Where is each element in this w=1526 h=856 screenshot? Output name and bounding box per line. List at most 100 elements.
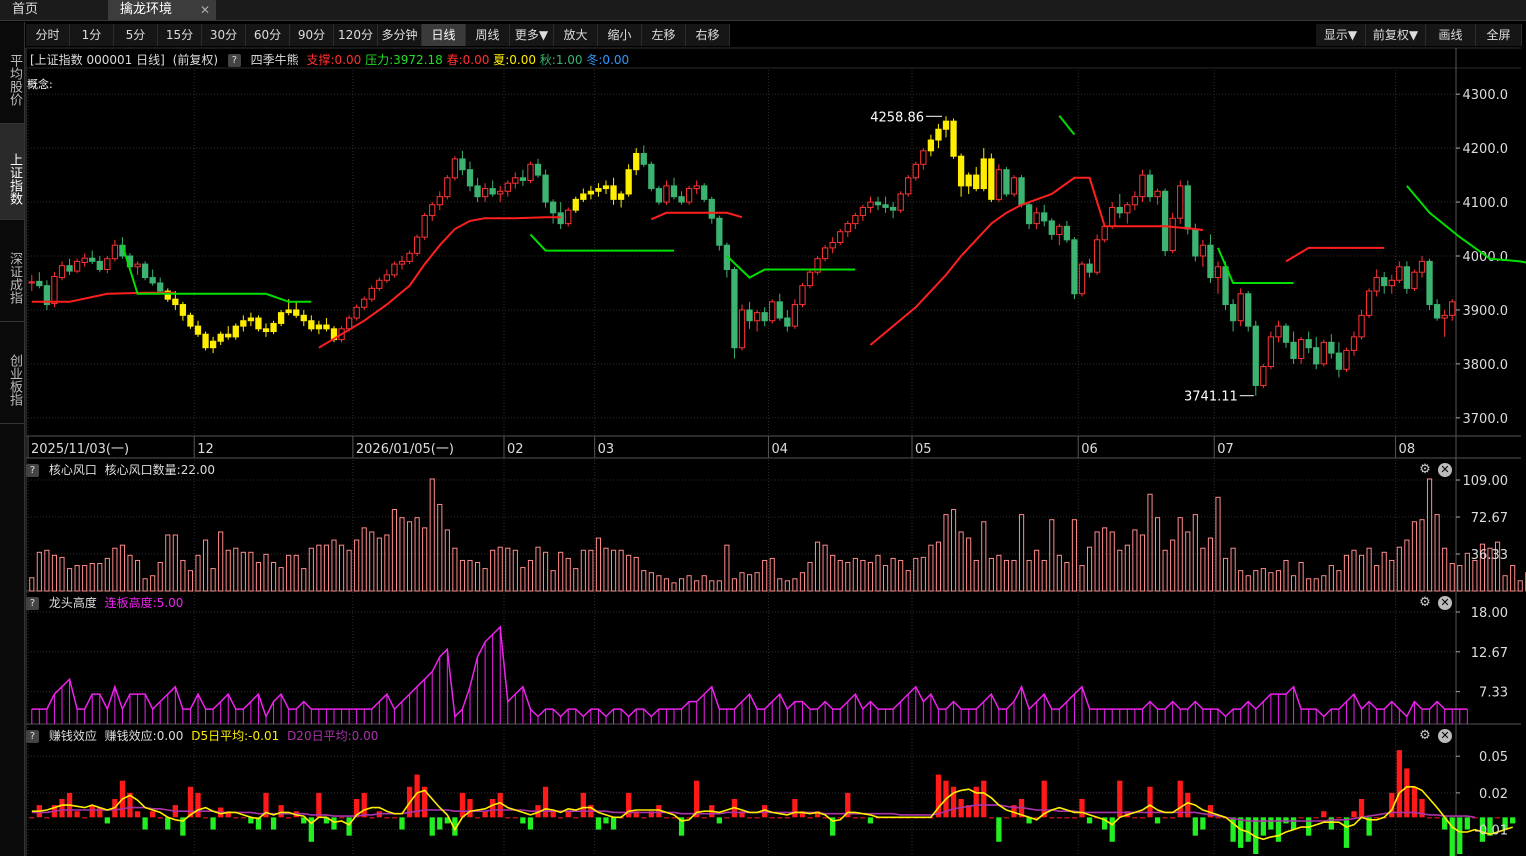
profit-bar [1298,817,1304,819]
profit-bar [1510,817,1516,824]
wind-bar [278,567,284,592]
candle [1093,239,1101,273]
wind-bar [180,559,186,592]
candle [708,198,715,219]
wind-bar [323,544,330,592]
profit-bar [467,799,473,818]
candle [874,201,882,206]
y-tick-label: 4300.0 [1463,88,1509,103]
wind-bar [633,556,639,592]
wind-bar [981,521,987,592]
candle [1297,339,1305,359]
candle [315,324,323,330]
candle [1245,293,1252,327]
wind-bar [996,554,1002,592]
wind-bar [1472,559,1478,592]
candle [973,174,980,190]
x-tick-label: 06 [1081,442,1098,457]
profit-bar [474,817,481,819]
candle [852,215,859,225]
wind-bar [920,556,926,592]
candle [111,244,119,260]
candle [398,260,406,265]
profit-bar [1434,817,1440,819]
wind-bar [172,534,178,592]
profit-bar [437,817,443,830]
candle [1199,244,1207,257]
candle [617,193,625,200]
candle [1071,239,1078,295]
profit-bar [1003,817,1010,819]
wind-bar [595,537,602,592]
wind-bar [1366,547,1372,592]
profit-bar [1064,817,1070,819]
wind-bar [202,539,209,592]
profit-bar [724,817,730,819]
wind-bar [89,563,95,592]
candle [1124,204,1131,214]
x-tick-label: 12 [197,442,214,457]
chart-canvas[interactable]: 4300.0 4200.0 4100.0 4000.0 3900.0 3800.0 3700… [0,0,1526,856]
profit-bar [610,817,617,830]
profit-bar [1200,817,1206,830]
candle [942,120,950,130]
candle [678,196,685,203]
candle [1018,177,1025,206]
candle [247,317,255,322]
profit-bar [459,792,466,818]
candle [950,120,957,157]
wind-bar [784,580,790,592]
candle [738,309,746,349]
wind-bar [286,554,292,592]
profit-bar [59,799,65,818]
wind-bar [905,570,911,592]
profit-bar [399,817,405,830]
candle [633,153,640,171]
wind-bar [731,578,738,592]
wind-bar [860,559,866,592]
candle [761,312,768,322]
wind-bar [1132,529,1138,592]
profit-bar [1079,799,1085,818]
profit-bar [1321,811,1327,818]
wind-bar [233,547,239,592]
profit-bar [44,817,50,819]
candle [1433,304,1441,319]
wind-bar [1117,549,1123,592]
candle [141,263,149,279]
wind-bar [837,559,843,592]
profit-bar [278,805,284,818]
wind-bar [550,570,556,592]
wind-bar [1374,565,1380,592]
candle [920,150,927,165]
wind-bar [195,554,201,592]
candle [444,177,451,198]
wind-bar [142,578,148,592]
pressure-line [726,255,856,279]
candle [1237,293,1244,322]
candle [648,163,655,190]
candle [799,285,806,306]
wind-bar [973,559,979,592]
wind-bar [678,578,685,592]
profit-bar [663,817,670,819]
wind-bar [474,561,481,592]
candle [58,265,66,279]
profit-bar [270,817,277,830]
wind-bar [127,554,133,592]
wind-bar [709,580,715,592]
wind-bar [1283,559,1289,592]
wind-bar [1328,565,1334,592]
profit-bar [1313,817,1319,819]
candle [1290,341,1297,359]
dragon-series [31,625,1468,724]
wind-bar [301,568,307,592]
wind-bar [29,577,35,592]
x-tick-label: 04 [771,442,788,457]
wind-bar [331,539,337,592]
candle [66,265,73,272]
wind-bar [1109,531,1115,592]
wind-bar [97,563,103,592]
wind-bar [134,559,141,592]
wind-bar [1041,559,1047,592]
